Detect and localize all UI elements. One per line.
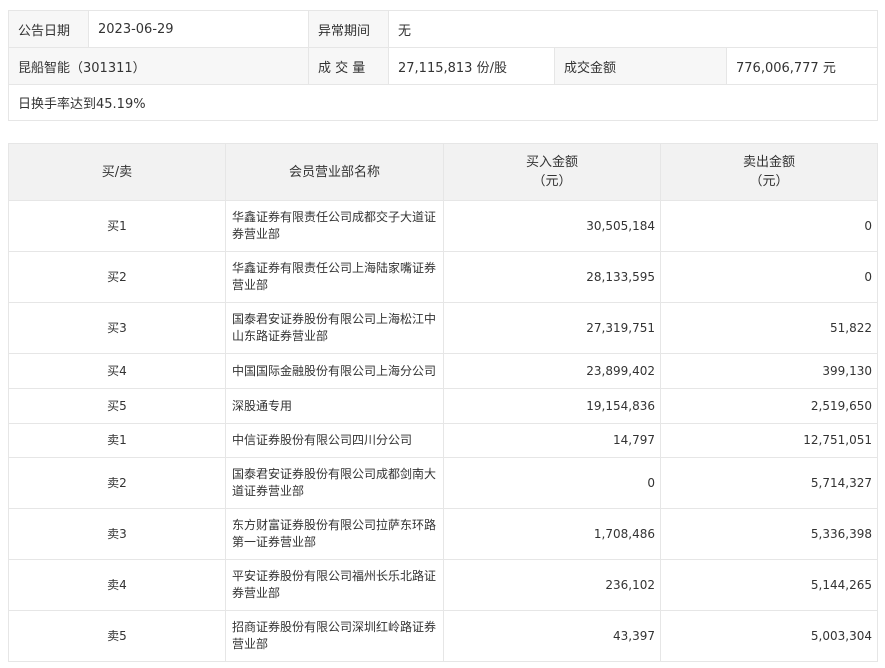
amount-value: 776,006,777 元	[726, 47, 878, 85]
row-side: 买4	[8, 353, 226, 389]
row-side: 卖2	[8, 457, 226, 509]
row-buy-amount: 30,505,184	[443, 200, 661, 252]
row-buy-amount: 23,899,402	[443, 353, 661, 389]
row-sell-amount: 399,130	[660, 353, 878, 389]
row-side: 卖4	[8, 559, 226, 611]
row-member: 招商证券股份有限公司深圳红岭路证券营业部	[225, 610, 444, 662]
table-row: 买1 华鑫证券有限责任公司成都交子大道证券营业部 30,505,184 0	[8, 200, 878, 252]
row-buy-amount: 19,154,836	[443, 388, 661, 424]
date-value: 2023-06-29	[88, 10, 309, 48]
row-member: 国泰君安证券股份有限公司成都剑南大道证券营业部	[225, 457, 444, 509]
row-buy-amount: 236,102	[443, 559, 661, 611]
info-row-reason: 日换手率达到45.19%	[8, 84, 878, 121]
row-buy-amount: 1,708,486	[443, 508, 661, 560]
row-sell-amount: 0	[660, 251, 878, 303]
table-row: 买2 华鑫证券有限责任公司上海陆家嘴证券营业部 28,133,595 0	[8, 251, 878, 303]
row-buy-amount: 0	[443, 457, 661, 509]
row-member: 平安证券股份有限公司福州长乐北路证券营业部	[225, 559, 444, 611]
trading-detail-table: 买/卖 会员营业部名称 买入金额 （元） 卖出金额 （元） 买1 华鑫证券有限责…	[8, 143, 878, 662]
header-side: 买/卖	[8, 143, 226, 201]
row-member: 东方财富证券股份有限公司拉萨东环路第一证券营业部	[225, 508, 444, 560]
table-row: 卖1 中信证券股份有限公司四川分公司 14,797 12,751,051	[8, 423, 878, 458]
row-sell-amount: 5,714,327	[660, 457, 878, 509]
row-side: 买5	[8, 388, 226, 424]
row-buy-amount: 27,319,751	[443, 302, 661, 354]
table-row: 买4 中国国际金融股份有限公司上海分公司 23,899,402 399,130	[8, 353, 878, 389]
stock-name: 昆船智能（301311）	[8, 47, 309, 85]
row-side: 买2	[8, 251, 226, 303]
period-label: 异常期间	[308, 10, 389, 48]
table-row: 卖5 招商证券股份有限公司深圳红岭路证券营业部 43,397 5,003,304	[8, 610, 878, 662]
table-row: 卖3 东方财富证券股份有限公司拉萨东环路第一证券营业部 1,708,486 5,…	[8, 508, 878, 560]
row-member: 深股通专用	[225, 388, 444, 424]
row-sell-amount: 2,519,650	[660, 388, 878, 424]
row-member: 中信证券股份有限公司四川分公司	[225, 423, 444, 458]
table-row: 卖2 国泰君安证券股份有限公司成都剑南大道证券营业部 0 5,714,327	[8, 457, 878, 509]
reason-text: 日换手率达到45.19%	[8, 84, 878, 121]
table-row: 买3 国泰君安证券股份有限公司上海松江中山东路证券营业部 27,319,751 …	[8, 302, 878, 354]
period-value: 无	[388, 10, 878, 48]
row-sell-amount: 5,003,304	[660, 610, 878, 662]
row-side: 买3	[8, 302, 226, 354]
amount-label: 成交金额	[554, 47, 727, 85]
row-sell-amount: 5,336,398	[660, 508, 878, 560]
row-member: 国泰君安证券股份有限公司上海松江中山东路证券营业部	[225, 302, 444, 354]
stock-info-table: 公告日期 2023-06-29 异常期间 无 昆船智能（301311） 成 交 …	[8, 10, 878, 121]
row-member: 华鑫证券有限责任公司成都交子大道证券营业部	[225, 200, 444, 252]
table-row: 卖4 平安证券股份有限公司福州长乐北路证券营业部 236,102 5,144,2…	[8, 559, 878, 611]
header-sell-amount: 卖出金额 （元）	[660, 143, 878, 201]
volume-label: 成 交 量	[308, 47, 389, 85]
header-buy-amount: 买入金额 （元）	[443, 143, 661, 201]
row-sell-amount: 12,751,051	[660, 423, 878, 458]
volume-value: 27,115,813 份/股	[388, 47, 555, 85]
row-sell-amount: 5,144,265	[660, 559, 878, 611]
row-buy-amount: 43,397	[443, 610, 661, 662]
row-member: 中国国际金融股份有限公司上海分公司	[225, 353, 444, 389]
row-side: 买1	[8, 200, 226, 252]
table-header-row: 买/卖 会员营业部名称 买入金额 （元） 卖出金额 （元）	[8, 143, 878, 201]
info-row-trade: 昆船智能（301311） 成 交 量 27,115,813 份/股 成交金额 7…	[8, 47, 878, 85]
row-member: 华鑫证券有限责任公司上海陆家嘴证券营业部	[225, 251, 444, 303]
info-row-date: 公告日期 2023-06-29 异常期间 无	[8, 10, 878, 48]
date-label: 公告日期	[8, 10, 89, 48]
table-row: 买5 深股通专用 19,154,836 2,519,650	[8, 388, 878, 424]
row-side: 卖3	[8, 508, 226, 560]
row-buy-amount: 28,133,595	[443, 251, 661, 303]
row-sell-amount: 51,822	[660, 302, 878, 354]
header-member: 会员营业部名称	[225, 143, 444, 201]
page: 公告日期 2023-06-29 异常期间 无 昆船智能（301311） 成 交 …	[0, 0, 885, 668]
row-side: 卖1	[8, 423, 226, 458]
row-side: 卖5	[8, 610, 226, 662]
row-buy-amount: 14,797	[443, 423, 661, 458]
row-sell-amount: 0	[660, 200, 878, 252]
